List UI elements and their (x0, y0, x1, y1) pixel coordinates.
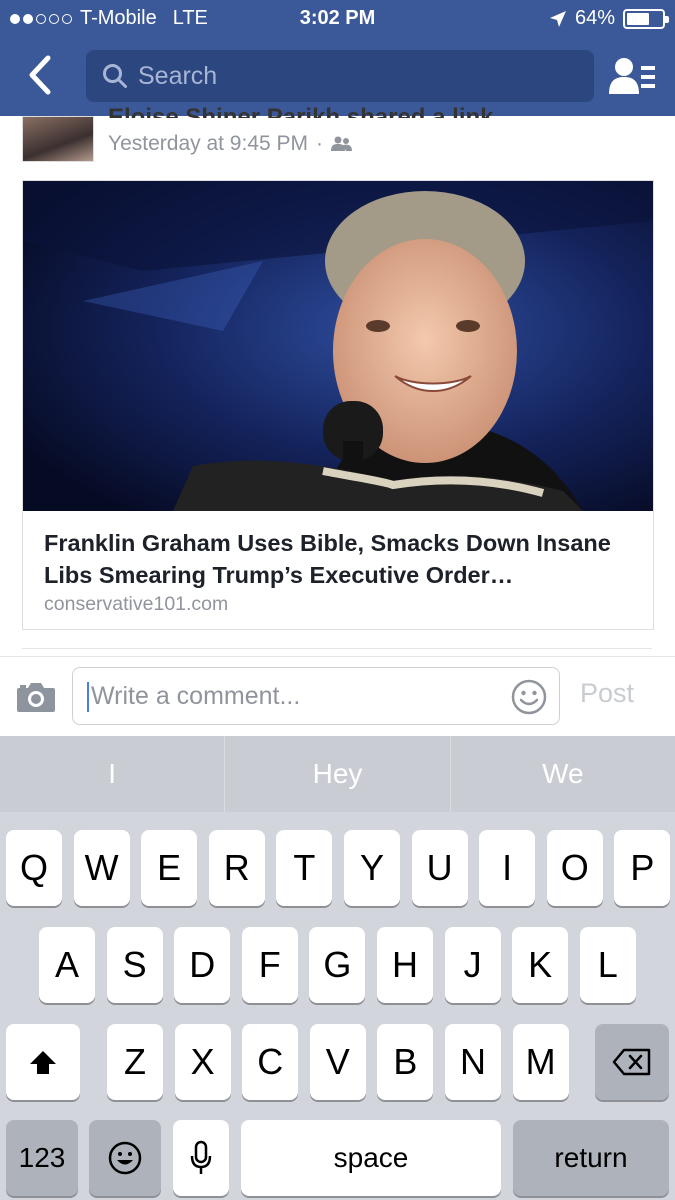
prediction-3[interactable]: We (449, 736, 675, 812)
author-avatar[interactable] (22, 116, 94, 162)
key-i[interactable]: I (479, 830, 536, 906)
numbers-key[interactable]: 123 (6, 1120, 78, 1196)
prediction-1[interactable]: I (0, 736, 224, 812)
key-x[interactable]: X (174, 1024, 231, 1100)
comment-placeholder: Write a comment... (91, 682, 301, 710)
delete-key[interactable] (595, 1024, 669, 1100)
predictive-bar: I Hey We (0, 736, 675, 812)
key-j[interactable]: J (444, 927, 501, 1003)
emoji-key[interactable] (89, 1120, 161, 1196)
key-s[interactable]: S (106, 927, 163, 1003)
smiley-icon[interactable] (511, 679, 547, 715)
shift-icon (30, 1051, 56, 1074)
battery-nub (665, 15, 669, 23)
key-k[interactable]: K (512, 927, 569, 1003)
battery-percent: 64% (574, 7, 615, 29)
search-placeholder: Search (138, 61, 218, 90)
key-f[interactable]: F (241, 927, 298, 1003)
key-c[interactable]: C (242, 1024, 299, 1100)
post-meta: Yesterday at 9:45 PM · (108, 132, 353, 156)
status-right: 64% (549, 7, 669, 30)
back-button[interactable] (22, 54, 58, 96)
key-o[interactable]: O (546, 830, 603, 906)
key-q[interactable]: Q (6, 830, 62, 906)
key-e[interactable]: E (141, 830, 198, 906)
key-p[interactable]: P (614, 830, 671, 906)
key-a[interactable]: A (39, 927, 95, 1003)
speaker-photo (23, 181, 653, 511)
key-r[interactable]: R (208, 830, 265, 906)
link-domain: conservative101.com (44, 593, 229, 615)
return-key[interactable]: return (513, 1120, 669, 1196)
post-timestamp[interactable]: Yesterday at 9:45 PM (108, 132, 308, 156)
emoji-keyboard-icon (108, 1141, 142, 1175)
chevron-left-icon (29, 55, 51, 95)
friends-audience-icon (331, 136, 353, 151)
key-z[interactable]: Z (107, 1024, 163, 1100)
microphone-key[interactable] (173, 1120, 229, 1196)
status-bar: T-Mobile LTE 3:02 PM 64% (0, 0, 675, 38)
link-preview-card[interactable]: Franklin Graham Uses Bible, Smacks Down … (22, 180, 654, 630)
meta-separator: · (316, 132, 324, 155)
key-n[interactable]: N (445, 1024, 501, 1100)
key-v[interactable]: V (309, 1024, 366, 1100)
post-divider (22, 648, 652, 649)
backspace-icon (612, 1048, 651, 1076)
friend-list-button[interactable] (608, 56, 658, 96)
top-bar: T-Mobile LTE 3:02 PM 64% Search (0, 0, 675, 116)
link-text: Franklin Graham Uses Bible, Smacks Down … (44, 527, 634, 616)
search-bar[interactable]: Search (86, 50, 594, 102)
key-b[interactable]: B (377, 1024, 434, 1100)
space-key[interactable]: space (241, 1120, 501, 1196)
key-g[interactable]: G (309, 927, 366, 1003)
key-m[interactable]: M (512, 1024, 569, 1100)
key-y[interactable]: Y (344, 830, 400, 906)
shift-key[interactable] (6, 1024, 80, 1100)
key-t[interactable]: T (276, 830, 333, 906)
search-icon (103, 64, 127, 88)
keyboard: I Hey We Q W E R T Y U I O P A S D F G H J K L Z X C V B N M 123 sp… (0, 736, 675, 1200)
key-l[interactable]: L (579, 927, 636, 1003)
battery-icon (623, 8, 669, 29)
comment-bar-divider (0, 656, 675, 657)
text-caret (87, 682, 89, 712)
post-author-line[interactable]: Eloise Shiner Parikh shared a link. (108, 104, 500, 118)
key-w[interactable]: W (73, 830, 130, 906)
comment-input[interactable]: Write a comment... (72, 667, 560, 725)
microphone-icon (190, 1140, 212, 1174)
key-d[interactable]: D (174, 927, 231, 1003)
prediction-2[interactable]: Hey (224, 736, 449, 812)
camera-button[interactable] (16, 678, 56, 714)
post-button[interactable]: Post (580, 678, 634, 709)
battery-fill (627, 12, 649, 25)
camera-icon (17, 683, 55, 712)
location-arrow-icon (549, 10, 566, 27)
link-preview-image[interactable] (23, 181, 653, 511)
link-title[interactable]: Franklin Graham Uses Bible, Smacks Down … (44, 527, 634, 591)
friend-list-icon (609, 58, 655, 94)
key-u[interactable]: U (411, 830, 468, 906)
key-h[interactable]: H (377, 927, 433, 1003)
